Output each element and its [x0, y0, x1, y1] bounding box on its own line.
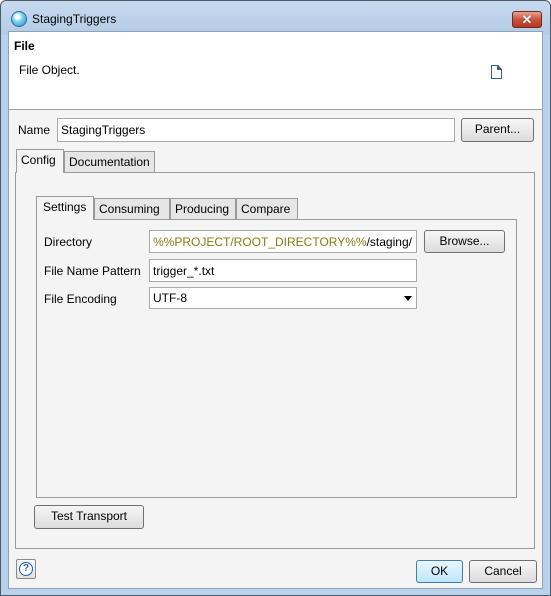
close-icon: ✕: [521, 12, 533, 27]
document-icon: [491, 65, 502, 79]
directory-suffix: /staging/: [366, 235, 412, 249]
header-title: File: [14, 39, 35, 53]
name-label: Name: [18, 123, 51, 137]
file-encoding-select[interactable]: UTF-8: [149, 287, 417, 309]
title-bar[interactable]: StagingTriggers ✕: [1, 1, 550, 35]
dialog-client-area: File File Object. Name StagingTriggers P…: [8, 31, 543, 589]
window-title: StagingTriggers: [32, 12, 117, 26]
file-name-pattern-label: File Name Pattern: [44, 264, 141, 278]
ok-button[interactable]: OK: [416, 560, 463, 583]
chevron-down-icon: [404, 296, 412, 301]
tab-compare[interactable]: Compare: [236, 198, 298, 219]
cancel-button[interactable]: Cancel: [469, 560, 537, 583]
close-button[interactable]: ✕: [512, 11, 542, 28]
dialog-window: StagingTriggers ✕ File File Object. Name…: [0, 0, 551, 596]
file-name-pattern-input[interactable]: trigger_*.txt: [149, 259, 417, 282]
directory-variable: %%PROJECT/ROOT_DIRECTORY%%: [153, 235, 367, 249]
settings-panel: Directory %%PROJECT/ROOT_DIRECTORY%%/sta…: [36, 219, 517, 498]
tab-settings[interactable]: Settings: [36, 196, 94, 220]
directory-label: Directory: [44, 235, 93, 249]
directory-input[interactable]: %%PROJECT/ROOT_DIRECTORY%%/staging/: [149, 230, 417, 253]
header-description: File Object.: [19, 63, 80, 77]
browse-button[interactable]: Browse...: [424, 230, 505, 253]
file-encoding-value: UTF-8: [153, 291, 187, 305]
globe-icon: [11, 11, 27, 27]
help-icon: ?: [19, 562, 33, 576]
help-button[interactable]: ?: [16, 559, 36, 579]
tab-producing[interactable]: Producing: [170, 198, 236, 219]
test-transport-button[interactable]: Test Transport: [34, 505, 144, 529]
name-input[interactable]: StagingTriggers: [57, 118, 455, 142]
parent-button[interactable]: Parent...: [461, 118, 534, 142]
header-area: File File Object.: [9, 32, 542, 110]
tab-consuming[interactable]: Consuming: [94, 198, 170, 219]
file-encoding-label: File Encoding: [44, 292, 117, 306]
tab-config[interactable]: Config: [16, 149, 64, 173]
tab-documentation[interactable]: Documentation: [64, 151, 155, 172]
config-panel: Settings Consuming Producing Compare Dir…: [15, 172, 535, 549]
